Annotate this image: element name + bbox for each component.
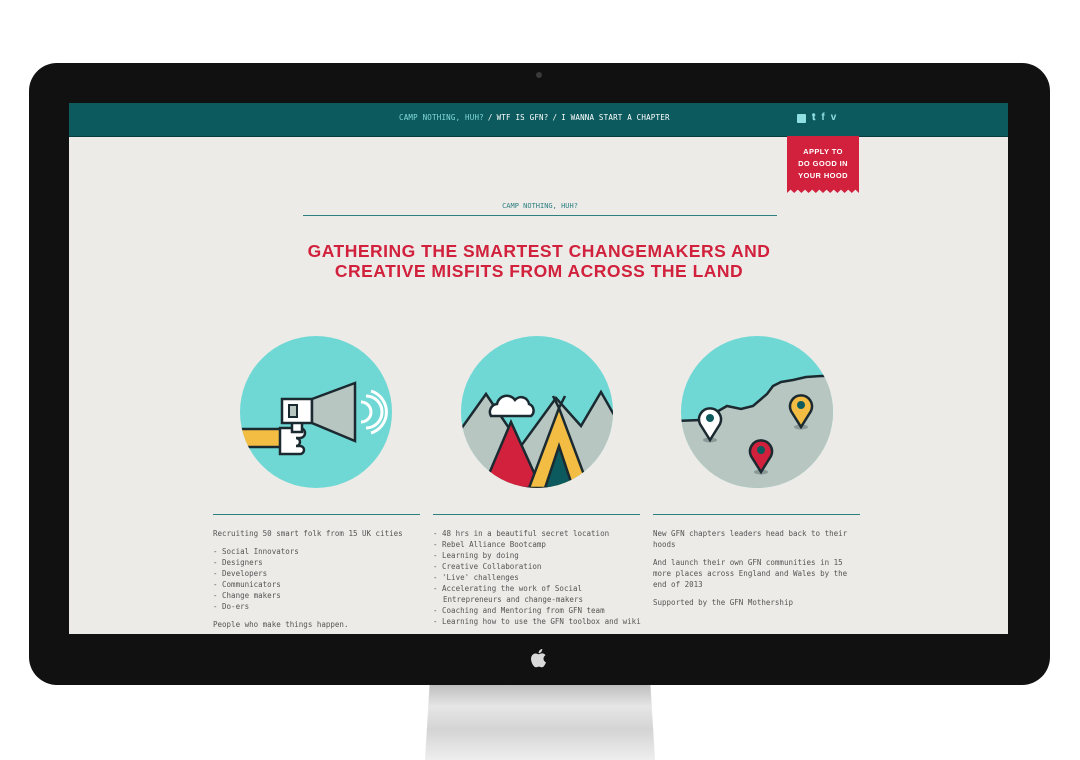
column-intro: Recruiting 50 smart folk from 15 UK citi… (213, 529, 403, 538)
list-item: - Designers (213, 558, 263, 567)
nav-link-wtf-is-gfn[interactable]: WTF IS GFN? (497, 113, 549, 122)
section-divider (303, 215, 777, 216)
map-pins-illustration-icon (681, 336, 833, 488)
list-item: - Rebel Alliance Bootcamp (433, 540, 546, 549)
megaphone-illustration-icon (240, 336, 392, 488)
list-item: - Social Innovators (213, 547, 299, 556)
headline-line-2: CREATIVE MISFITS FROM ACROSS THE LAND (334, 261, 744, 281)
list-item: - Accelerating the work of Social Entrep… (433, 584, 583, 604)
list-item: - 'Live' challenges (433, 573, 519, 582)
recruit-list: - Social Innovators - Designers - Develo… (213, 546, 423, 612)
column-paragraph: Supported by the GFN Mothership (653, 598, 793, 607)
apple-logo-icon (531, 649, 546, 668)
twitter-icon[interactable]: 𝐭 (812, 112, 815, 124)
top-nav: CAMP NOTHING, HUH? / WTF IS GFN? / I WANNA S… (69, 103, 1008, 137)
apply-button[interactable]: APPLY TO DO GOOD IN YOUR HOOD (787, 136, 859, 193)
column-divider (433, 514, 640, 515)
facebook-icon[interactable]: f (821, 112, 824, 124)
list-item: - Creative Collaboration (433, 562, 542, 571)
website-screen: CAMP NOTHING, HUH? / WTF IS GFN? / I WANNA S… (69, 103, 1008, 634)
column-recruiting: Recruiting 50 smart folk from 15 UK citi… (213, 528, 423, 630)
nav-separator: / (552, 113, 558, 122)
page-headline: GATHERING THE SMARTEST CHANGEMAKERS AND … (249, 241, 829, 281)
column-divider (213, 514, 420, 515)
column-paragraph: And launch their own GFN communities in … (653, 558, 848, 589)
list-item: - Change makers (213, 591, 281, 600)
list-item: - 48 hrs in a beautiful secret location (433, 529, 610, 538)
camera-icon (536, 72, 542, 78)
list-item: - Do-ers (213, 602, 250, 611)
nav-link-start-chapter[interactable]: I WANNA START A CHAPTER (561, 113, 669, 122)
headline-line-1: GATHERING THE SMARTEST CHANGEMAKERS AND (307, 241, 771, 261)
monitor-stand (425, 684, 655, 760)
column-chapters: New GFN chapters leaders head back to th… (653, 528, 863, 608)
list-item: - Learning by doing (433, 551, 519, 560)
bootcamp-list: - 48 hrs in a beautiful secret location … (433, 528, 643, 627)
nav-link-camp[interactable]: CAMP NOTHING, HUH? (399, 113, 484, 122)
section-title: CAMP NOTHING, HUH? (502, 202, 578, 210)
column-divider (653, 514, 860, 515)
list-item: - Communicators (213, 580, 281, 589)
apply-button-label: APPLY TO DO GOOD IN YOUR HOOD (798, 147, 848, 180)
social-links: 𝐭 f v (797, 112, 836, 124)
tents-illustration-icon (461, 336, 613, 488)
nav-separator: / (487, 113, 493, 122)
vimeo-icon[interactable]: v (831, 112, 837, 124)
column-bootcamp: - 48 hrs in a beautiful secret location … (433, 528, 643, 627)
list-item: - Learning how to use the GFN toolbox an… (433, 617, 641, 626)
column-outro: People who make things happen. (213, 620, 349, 629)
column-paragraph: New GFN chapters leaders head back to th… (653, 529, 848, 549)
instagram-icon[interactable] (797, 113, 806, 123)
list-item: - Coaching and Mentoring from GFN team (433, 606, 605, 615)
nav-links: CAMP NOTHING, HUH? / WTF IS GFN? / I WANNA S… (399, 113, 670, 122)
list-item: - Developers (213, 569, 268, 578)
